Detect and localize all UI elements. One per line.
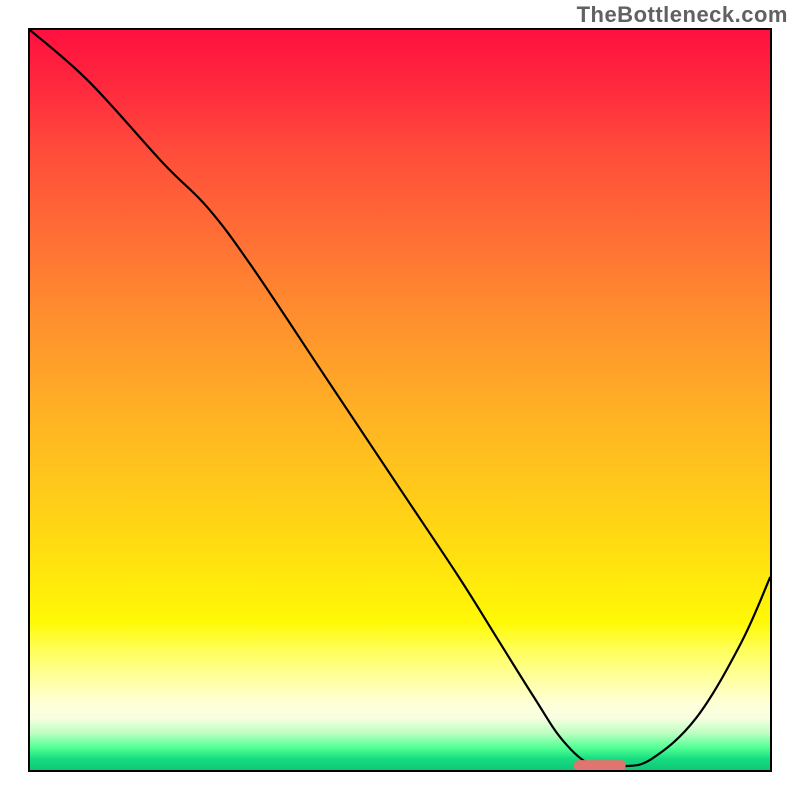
chart-plot-area	[28, 28, 772, 772]
optimal-range-marker	[574, 760, 626, 770]
bottleneck-curve-line	[30, 30, 770, 768]
attribution-label: TheBottleneck.com	[577, 2, 788, 28]
chart-svg	[30, 30, 770, 770]
